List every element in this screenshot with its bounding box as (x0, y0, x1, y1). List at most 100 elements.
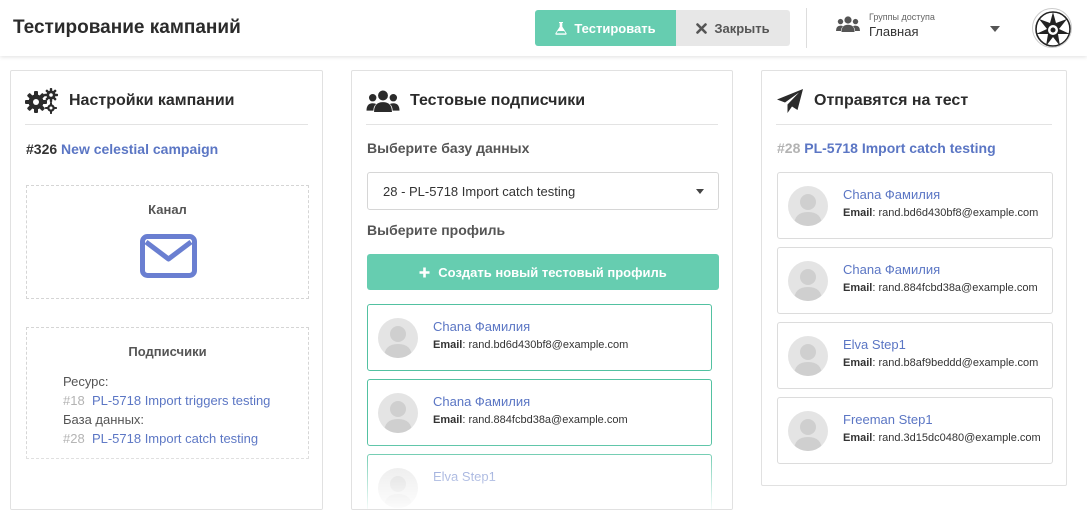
user-silhouette-icon (794, 344, 822, 376)
x-icon (696, 22, 708, 34)
user-silhouette-icon (794, 419, 822, 451)
recipient-name[interactable]: Freeman Step1 (843, 412, 933, 427)
profile-card[interactable]: Chana Фамилия Email: rand.884fcbd38a@exa… (367, 379, 712, 446)
profile-email: Email: rand.bd6d430bf8@example.com (433, 339, 629, 351)
profile-card[interactable]: Elva Step1 (367, 454, 712, 509)
recipient-name[interactable]: Chana Фамилия (843, 187, 940, 202)
email-label: Email (843, 282, 873, 294)
create-test-profile-button[interactable]: Создать новый тестовый профиль (367, 254, 719, 290)
email-label: Email (843, 207, 873, 219)
access-group-value: Главная (869, 24, 919, 39)
recipient-email: Email: rand.3d15dc0480@example.com (843, 432, 1041, 444)
email-label: Email (433, 414, 463, 426)
profile-card[interactable]: Chana Фамилия Email: rand.bd6d430bf8@exa… (367, 304, 712, 371)
page-title: Тестирование кампаний (13, 17, 241, 38)
db-id: #28 (63, 431, 85, 446)
send-test-header: Отправятся на тест (776, 85, 1052, 125)
top-header: Тестирование кампаний Тестировать Закрыт… (0, 0, 1087, 56)
test-button-label: Тестировать (574, 20, 656, 36)
access-group-select[interactable]: Группы доступа Главная (836, 10, 1004, 46)
db-label: База данных: (63, 412, 145, 427)
access-group-label: Группы доступа (869, 12, 935, 22)
recipient-card: Freeman Step1 Email: rand.3d15dc0480@exa… (777, 397, 1053, 464)
database-select[interactable]: 28 - PL-5718 Import catch testing (367, 172, 719, 210)
user-silhouette-icon (794, 269, 822, 301)
create-test-profile-label: Создать новый тестовый профиль (438, 264, 667, 280)
close-button-label: Закрыть (714, 20, 770, 36)
flask-icon (555, 21, 567, 35)
resource-label: Ресурс: (63, 374, 109, 389)
profile-label: Выберите профиль (367, 222, 506, 238)
recipient-email: Email: rand.b8af9beddd@example.com (843, 357, 1039, 369)
subscribers-title: Подписчики (128, 344, 207, 359)
chevron-down-icon (696, 189, 704, 194)
send-db-id: #28 (777, 140, 801, 156)
resource-link[interactable]: PL-5718 Import triggers testing (92, 393, 270, 408)
db-line: #28 PL-5718 Import catch testing (63, 429, 270, 448)
email-value: rand.884fcbd38a@example.com (468, 414, 628, 426)
user-silhouette-icon (384, 476, 412, 508)
email-value: rand.bd6d430bf8@example.com (878, 207, 1039, 219)
test-button[interactable]: Тестировать (535, 10, 676, 46)
envelope-icon (140, 234, 197, 278)
close-button[interactable]: Закрыть (676, 10, 790, 46)
email-value: rand.bd6d430bf8@example.com (468, 339, 629, 351)
email-value: rand.884fcbd38a@example.com (878, 282, 1038, 294)
panel-title: Отправятся на тест (814, 91, 969, 109)
email-value: rand.3d15dc0480@example.com (878, 432, 1041, 444)
recipient-email: Email: rand.bd6d430bf8@example.com (843, 207, 1039, 219)
avatar (788, 261, 828, 301)
user-silhouette-icon (794, 194, 822, 226)
resource-line: #18 PL-5718 Import triggers testing (63, 391, 270, 410)
resource-id: #18 (63, 393, 85, 408)
users-icon (366, 90, 400, 112)
recipient-name[interactable]: Elva Step1 (843, 337, 906, 352)
profile-name[interactable]: Elva Step1 (433, 469, 496, 484)
campaign-id: #326 (26, 141, 58, 157)
recipient-name[interactable]: Chana Фамилия (843, 262, 940, 277)
emblem-icon (1035, 11, 1071, 47)
plus-icon (419, 267, 430, 277)
gears-icon (25, 87, 58, 114)
user-silhouette-icon (384, 326, 412, 358)
avatar (788, 411, 828, 451)
recipient-card: Chana Фамилия Email: rand.bd6d430bf8@exa… (777, 172, 1053, 239)
subscribers-box: Подписчики Ресурс: #18 PL-5718 Import tr… (26, 327, 309, 459)
profile-name[interactable]: Chana Фамилия (433, 319, 530, 334)
send-test-panel: Отправятся на тест #28 PL-5718 Import ca… (761, 70, 1067, 486)
test-subscribers-header: Тестовые подписчики (366, 85, 718, 125)
profile-name[interactable]: Chana Фамилия (433, 394, 530, 409)
send-db-link[interactable]: PL-5718 Import catch testing (804, 140, 995, 156)
panel-title: Тестовые подписчики (410, 91, 586, 109)
campaign-line: #326 New celestial campaign (26, 141, 218, 157)
channel-box: Канал (26, 185, 309, 299)
user-avatar[interactable] (1032, 8, 1072, 48)
chevron-down-icon (990, 26, 1000, 32)
paper-plane-icon (777, 88, 803, 113)
user-silhouette-icon (384, 401, 412, 433)
db-link[interactable]: PL-5718 Import catch testing (92, 431, 258, 446)
recipient-card: Chana Фамилия Email: rand.884fcbd38a@exa… (777, 247, 1053, 314)
email-label: Email (843, 357, 873, 369)
email-label: Email (843, 432, 873, 444)
email-label: Email (433, 339, 463, 351)
avatar (378, 393, 418, 433)
campaign-link[interactable]: New celestial campaign (61, 141, 218, 157)
email-value: rand.b8af9beddd@example.com (878, 357, 1039, 369)
avatar (788, 336, 828, 376)
users-icon (836, 16, 860, 32)
avatar (378, 318, 418, 358)
campaign-settings-header: Настройки кампании (25, 85, 308, 125)
recipient-card: Elva Step1 Email: rand.b8af9beddd@exampl… (777, 322, 1053, 389)
avatar (378, 468, 418, 508)
avatar (788, 186, 828, 226)
database-select-value: 28 - PL-5718 Import catch testing (383, 184, 576, 199)
test-subscribers-panel: Тестовые подписчики Выберите базу данных… (351, 70, 733, 510)
recipient-email: Email: rand.884fcbd38a@example.com (843, 282, 1038, 294)
panel-title: Настройки кампании (69, 91, 235, 109)
send-db-line: #28 PL-5718 Import catch testing (777, 140, 996, 156)
channel-title: Канал (148, 202, 187, 217)
subscribers-info: Ресурс: #18 PL-5718 Import triggers test… (63, 372, 270, 448)
profile-email: Email: rand.884fcbd38a@example.com (433, 414, 628, 426)
db-select-label: Выберите базу данных (367, 140, 530, 156)
